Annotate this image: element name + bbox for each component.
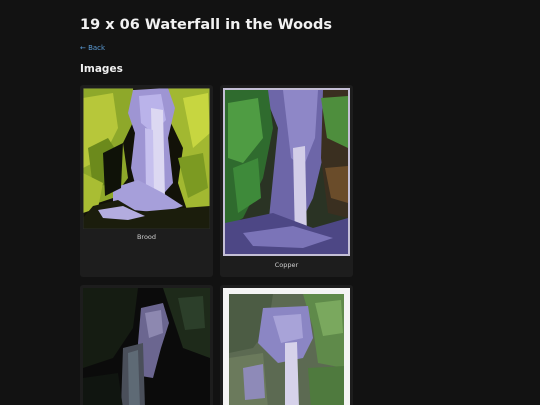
image-card[interactable] bbox=[80, 285, 213, 405]
image-card[interactable]: Copper bbox=[220, 85, 353, 277]
painting-image bbox=[83, 288, 210, 405]
image-card[interactable] bbox=[220, 285, 353, 405]
painting-image bbox=[223, 88, 350, 256]
page-title: 19 x 06 Waterfall in the Woods bbox=[80, 17, 333, 33]
painting-image bbox=[223, 288, 350, 405]
painting-image bbox=[83, 88, 210, 229]
page: 19 x 06 Waterfall in the Woods ← Back Im… bbox=[0, 0, 540, 405]
images-heading: Images bbox=[80, 63, 123, 75]
image-caption: Copper bbox=[274, 261, 299, 269]
back-link[interactable]: ← Back bbox=[80, 44, 105, 52]
image-caption: Brood bbox=[136, 233, 157, 241]
image-card[interactable]: Brood bbox=[80, 85, 213, 277]
